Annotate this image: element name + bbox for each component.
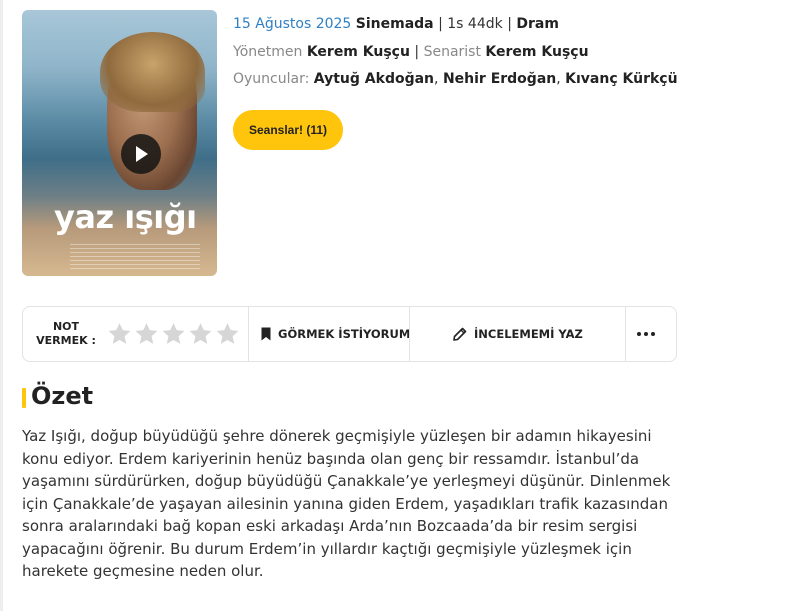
- cast-link[interactable]: Aytuğ Akdoğan: [314, 71, 434, 87]
- poster-figure-hair: [100, 32, 205, 112]
- separator: |: [438, 16, 443, 32]
- section-accent-bar: [22, 388, 26, 408]
- director-link[interactable]: Kerem Kuşçu: [307, 44, 410, 60]
- star-icon[interactable]: [188, 321, 213, 347]
- divider: [625, 307, 626, 361]
- crew-line: Yönetmen Kerem Kuşçu | Senarist Kerem Ku…: [233, 44, 589, 60]
- divider: [409, 307, 410, 361]
- action-bar: NOT VERMEK : GÖRMEK İSTİYORUM İNCELEMEMİ…: [22, 306, 677, 362]
- writer-link[interactable]: Kerem Kuşçu: [485, 44, 588, 60]
- release-status[interactable]: Sinemada: [356, 16, 434, 32]
- write-review-button[interactable]: İNCELEMEMİ YAZ: [453, 307, 583, 361]
- star-icon[interactable]: [134, 321, 159, 347]
- pencil-icon: [453, 327, 467, 341]
- poster-title-art: yaz ışığı: [54, 198, 197, 236]
- movie-poster[interactable]: yaz ışığı: [22, 10, 217, 276]
- write-review-label: İNCELEMEMİ YAZ: [474, 327, 583, 341]
- duration: 1s 44dk: [447, 16, 503, 32]
- director-label: Yönetmen: [233, 44, 303, 60]
- writer-label: Senarist: [423, 44, 481, 60]
- separator: |: [507, 16, 512, 32]
- bookmark-icon: [261, 327, 271, 341]
- separator: |: [414, 44, 420, 60]
- movie-meta-line: 15 Ağustos 2025 Sinemada | 1s 44dk | Dra…: [233, 16, 559, 32]
- more-options-icon[interactable]: [637, 332, 655, 336]
- rate-label: NOT VERMEK :: [33, 320, 99, 348]
- cast-link[interactable]: Kıvanç Kürkçü: [565, 71, 677, 87]
- trailer-play-button[interactable]: [121, 134, 161, 174]
- rate-label-line: NOT: [52, 320, 80, 333]
- divider: [248, 307, 249, 361]
- genre-link[interactable]: Dram: [516, 16, 559, 32]
- release-date[interactable]: 15 Ağustos 2025: [233, 16, 351, 32]
- poster-credits-block: [70, 244, 200, 270]
- rating-stars[interactable]: [107, 321, 240, 347]
- showtimes-button[interactable]: Seanslar! (11): [233, 110, 343, 150]
- summary-text: Yaz Işığı, doğup büyüdüğü şehre dönerek …: [22, 427, 671, 580]
- summary-heading: Özet: [31, 382, 94, 410]
- page-left-border: [0, 0, 3, 611]
- watchlist-button[interactable]: GÖRMEK İSTİYORUM: [261, 307, 410, 361]
- watchlist-label: GÖRMEK İSTİYORUM: [278, 327, 411, 341]
- star-icon[interactable]: [161, 321, 186, 347]
- cast-comma: ,: [556, 71, 561, 87]
- cast-comma: ,: [434, 71, 439, 87]
- cast-line: Oyuncular: Aytuğ Akdoğan, Nehir Erdoğan,…: [233, 71, 678, 87]
- cast-link[interactable]: Nehir Erdoğan: [443, 71, 556, 87]
- rate-label-line: VERMEK :: [36, 334, 96, 347]
- star-icon[interactable]: [215, 321, 240, 347]
- cast-label: Oyuncular:: [233, 71, 310, 87]
- play-icon: [136, 146, 148, 162]
- star-icon[interactable]: [107, 321, 132, 347]
